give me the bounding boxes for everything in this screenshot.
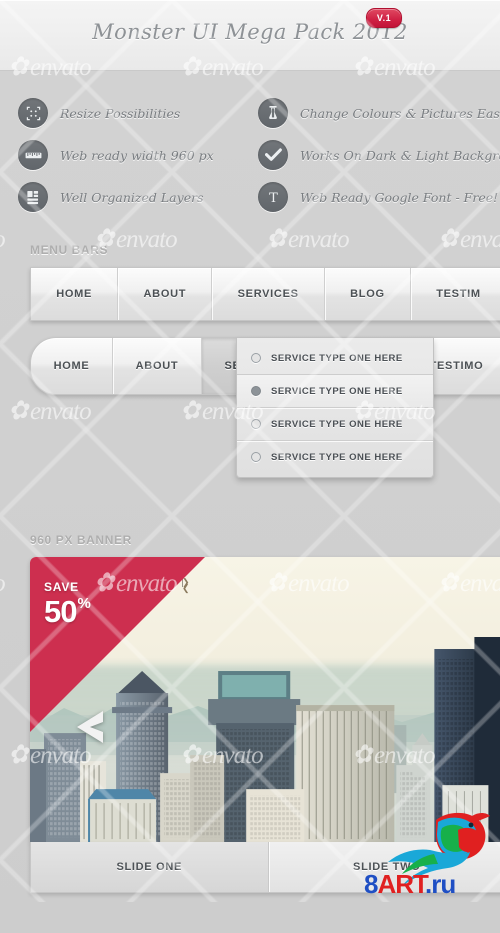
feature-item: Resize Possibilities bbox=[18, 93, 250, 133]
svg-text:T: T bbox=[269, 191, 278, 205]
slide-tab-label: SLIDE ONE bbox=[116, 861, 182, 873]
resize-icon bbox=[18, 98, 48, 128]
bird-icon: ❯❮ bbox=[182, 579, 192, 585]
menu-item-services[interactable]: SERVICES bbox=[212, 268, 325, 320]
section-label-menu-bars: MENU BARS bbox=[30, 243, 500, 257]
feature-label: Web Ready Google Font - Free! bbox=[300, 190, 498, 205]
banner-prev-button[interactable] bbox=[70, 707, 110, 747]
app-header: Monster UI Mega Pack 2012 V.1 bbox=[0, 0, 500, 71]
radio-bullet-icon bbox=[251, 353, 261, 363]
dropdown-item-label: SERVICE TYPE ONE HERE bbox=[271, 386, 403, 397]
layers-icon bbox=[18, 182, 48, 212]
slide-tabs[interactable]: SLIDE ONE SLIDE TWO bbox=[30, 842, 500, 893]
radio-bullet-icon bbox=[251, 419, 261, 429]
section-label-banner: 960 PX BANNER bbox=[30, 533, 500, 547]
feature-item: Works On Dark & Light Background bbox=[258, 135, 500, 175]
menu-item-home[interactable]: HOME bbox=[31, 268, 118, 320]
feature-label: Change Colours & Pictures Easily bbox=[300, 106, 500, 121]
dropdown-item-label: SERVICE TYPE ONE HERE bbox=[271, 419, 403, 430]
feature-label: Works On Dark & Light Background bbox=[300, 148, 500, 163]
menu-item-label: TESTIMO bbox=[430, 360, 484, 372]
type-icon: T bbox=[258, 182, 288, 212]
feature-column-left: Resize Possibilities Web ready width 960… bbox=[0, 93, 250, 219]
menu-item-label: ABOUT bbox=[144, 288, 187, 300]
slide-tab-one[interactable]: SLIDE ONE bbox=[31, 842, 269, 892]
feature-item: Change Colours & Pictures Easily bbox=[258, 93, 500, 133]
feature-label: Resize Possibilities bbox=[60, 106, 180, 121]
check-icon bbox=[258, 140, 288, 170]
menu-item-home[interactable]: HOME bbox=[31, 338, 113, 394]
page-title: Monster UI Mega Pack 2012 bbox=[0, 20, 500, 44]
slide-tab-two[interactable]: SLIDE TWO bbox=[269, 842, 500, 892]
menu-item-about[interactable]: ABOUT bbox=[118, 268, 212, 320]
feature-label: Web ready width 960 px bbox=[60, 148, 214, 163]
dropdown-item[interactable]: SERVICE TYPE ONE HERE bbox=[237, 408, 433, 441]
menu-item-label: SERVICES bbox=[238, 288, 299, 300]
feature-item: T Web Ready Google Font - Free! bbox=[258, 177, 500, 217]
ruler-icon bbox=[18, 140, 48, 170]
radio-bullet-icon bbox=[251, 386, 261, 396]
menu-item-blog[interactable]: BLOG bbox=[325, 268, 411, 320]
menu-item-label: ABOUT bbox=[136, 360, 179, 372]
menu-item-label: TESTIM bbox=[436, 288, 481, 300]
dropdown-item[interactable]: SERVICE TYPE ONE HERE bbox=[237, 342, 433, 375]
feature-item: Web ready width 960 px bbox=[18, 135, 250, 175]
page-body: Resize Possibilities Web ready width 960… bbox=[0, 71, 500, 933]
services-dropdown-menu[interactable]: SERVICE TYPE ONE HERE SERVICE TYPE ONE H… bbox=[236, 338, 434, 478]
feature-list: Resize Possibilities Web ready width 960… bbox=[0, 71, 500, 233]
menu-item-about[interactable]: ABOUT bbox=[113, 338, 202, 394]
dropdown-item[interactable]: SERVICE TYPE ONE HERE bbox=[237, 375, 433, 408]
banner-slider[interactable]: ❯❮ bbox=[30, 557, 500, 842]
feature-label: Well Organized Layers bbox=[60, 190, 203, 205]
menu-item-label: BLOG bbox=[350, 288, 385, 300]
chevron-left-icon bbox=[73, 708, 107, 746]
menu-bar-primary[interactable]: HOME ABOUT SERVICES BLOG TESTIM bbox=[30, 267, 500, 321]
menu-item-label: HOME bbox=[56, 288, 92, 300]
feature-item: Well Organized Layers bbox=[18, 177, 250, 217]
paint-icon bbox=[258, 98, 288, 128]
menu-item-label: HOME bbox=[54, 360, 90, 372]
menu-bar-secondary-wrap: HOME ABOUT SERVICES BLOG TESTIMO SERVICE… bbox=[0, 337, 500, 395]
dropdown-item[interactable]: SERVICE TYPE ONE HERE bbox=[237, 441, 433, 473]
slide-tab-label: SLIDE TWO bbox=[353, 861, 420, 873]
radio-bullet-icon bbox=[251, 452, 261, 462]
dropdown-item-label: SERVICE TYPE ONE HERE bbox=[271, 452, 403, 463]
dropdown-item-label: SERVICE TYPE ONE HERE bbox=[271, 353, 403, 364]
feature-column-right: Change Colours & Pictures Easily Works O… bbox=[250, 93, 500, 219]
menu-item-testimonials[interactable]: TESTIM bbox=[411, 268, 500, 320]
version-badge: V.1 bbox=[366, 8, 402, 28]
